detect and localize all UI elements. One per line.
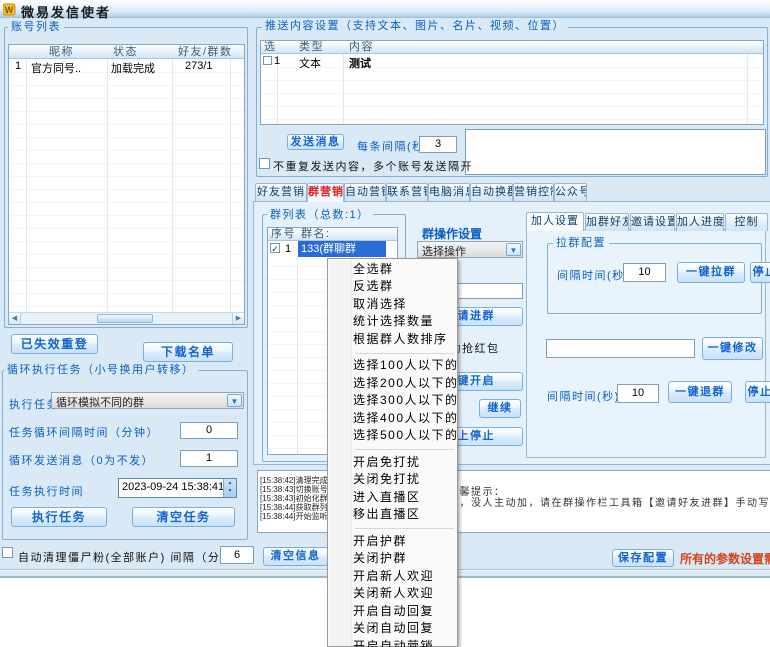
svg-text:W: W [5, 5, 14, 15]
